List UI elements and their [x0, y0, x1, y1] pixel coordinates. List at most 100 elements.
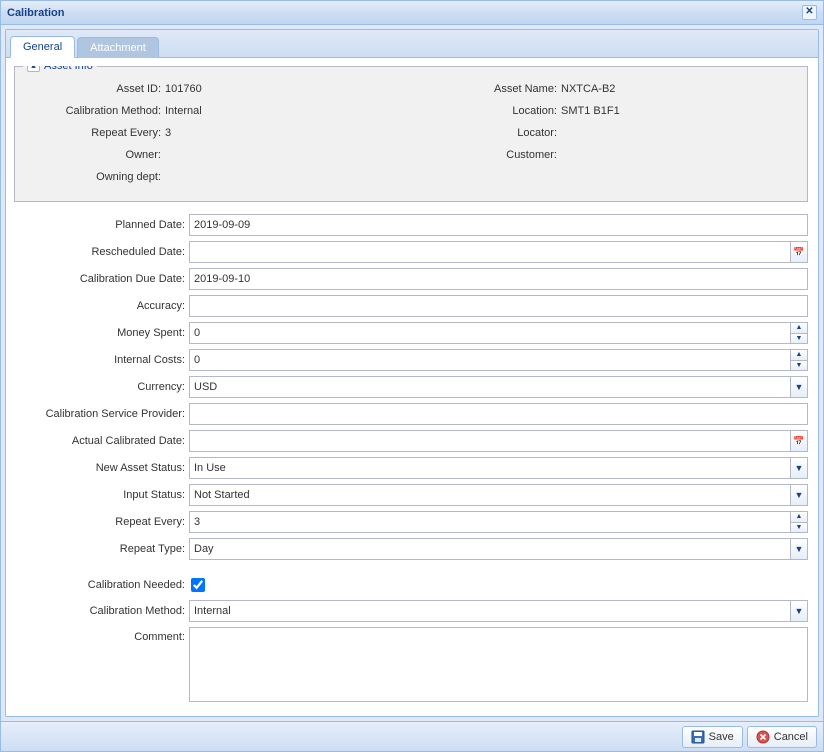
input[interactable]: [190, 215, 807, 235]
row-input-status: Input Status: ▼: [14, 484, 808, 506]
row-cal-method: Calibration Method: ▼: [14, 600, 808, 622]
textarea[interactable]: [190, 628, 807, 698]
info-row: Locator:: [421, 125, 797, 141]
save-button[interactable]: Save: [682, 726, 743, 748]
spin-down[interactable]: ▼: [791, 361, 807, 371]
tabstrip: General Attachment: [6, 30, 818, 58]
chevron-down-icon: ▼: [795, 463, 804, 473]
spin-down[interactable]: ▼: [791, 334, 807, 344]
comment-textarea[interactable]: [189, 627, 808, 702]
label: Calibration Method:: [14, 605, 189, 617]
calendar-icon: 📅: [793, 247, 804, 258]
due-date-input[interactable]: [189, 268, 808, 290]
accuracy-input[interactable]: [189, 295, 808, 317]
info-row: Asset ID: 101760: [25, 81, 401, 97]
money-spent-input[interactable]: ▲ ▼: [189, 322, 808, 344]
label: Owner:: [25, 147, 165, 163]
input[interactable]: [190, 512, 790, 532]
input[interactable]: [190, 323, 790, 343]
asset-info-left: Asset ID: 101760 Calibration Method: Int…: [25, 81, 401, 191]
close-button[interactable]: ✕: [802, 5, 817, 20]
form-scroll[interactable]: ▴ Asset Info Asset ID: 101760: [14, 66, 814, 708]
label: Rescheduled Date:: [14, 246, 189, 258]
button-label: Cancel: [774, 731, 808, 743]
input[interactable]: [190, 404, 807, 424]
label: Calibration Service Provider:: [14, 408, 189, 420]
window-title: Calibration: [7, 7, 802, 19]
tabpanel: General Attachment ▴ Asset Info: [5, 29, 819, 717]
calendar-icon: 📅: [793, 436, 804, 447]
spinner-buttons: ▲ ▼: [790, 350, 807, 370]
info-row: Repeat Every: 3: [25, 125, 401, 141]
label: Locator:: [421, 125, 561, 141]
label: Comment:: [14, 627, 189, 643]
row-currency: Currency: ▼: [14, 376, 808, 398]
chevron-down-icon: ▼: [796, 524, 803, 531]
fieldset-legend: ▴ Asset Info: [23, 66, 97, 72]
chevron-up-icon: ▲: [796, 513, 803, 520]
combo-trigger[interactable]: ▼: [790, 377, 807, 397]
date-picker-trigger[interactable]: 📅: [790, 242, 807, 262]
value: 101760: [165, 81, 401, 97]
combo-trigger[interactable]: ▼: [790, 539, 807, 559]
input[interactable]: [190, 350, 790, 370]
planned-date-input[interactable]: [189, 214, 808, 236]
input[interactable]: [190, 296, 807, 316]
row-planned-date: Planned Date:: [14, 214, 808, 236]
currency-combo[interactable]: ▼: [189, 376, 808, 398]
repeat-every-input[interactable]: ▲ ▼: [189, 511, 808, 533]
rescheduled-date-input[interactable]: 📅: [189, 241, 808, 263]
actual-date-input[interactable]: 📅: [189, 430, 808, 452]
calibration-method-combo[interactable]: ▼: [189, 600, 808, 622]
input[interactable]: [190, 601, 790, 621]
chevron-up-icon: ▲: [796, 324, 803, 331]
internal-costs-input[interactable]: ▲ ▼: [189, 349, 808, 371]
input[interactable]: [190, 431, 790, 451]
calibration-needed-checkbox[interactable]: [191, 578, 205, 592]
spin-down[interactable]: ▼: [791, 523, 807, 533]
label: Actual Calibrated Date:: [14, 435, 189, 447]
input[interactable]: [190, 485, 790, 505]
new-status-combo[interactable]: ▼: [189, 457, 808, 479]
spacer: [14, 565, 808, 575]
collapse-toggle[interactable]: ▴: [27, 66, 40, 72]
calibration-window: Calibration ✕ General Attachment: [0, 0, 824, 752]
info-row: Customer:: [421, 147, 797, 163]
label: Owning dept:: [25, 169, 165, 185]
label: Planned Date:: [14, 219, 189, 231]
input-status-combo[interactable]: ▼: [189, 484, 808, 506]
spin-up[interactable]: ▲: [791, 512, 807, 523]
input[interactable]: [190, 458, 790, 478]
input[interactable]: [190, 242, 790, 262]
row-new-status: New Asset Status: ▼: [14, 457, 808, 479]
info-row: Calibration Method: Internal: [25, 103, 401, 119]
provider-input[interactable]: [189, 403, 808, 425]
label: Calibration Method:: [25, 103, 165, 119]
input[interactable]: [190, 269, 807, 289]
asset-info-right: Asset Name: NXTCA-B2 Location: SMT1 B1F1…: [421, 81, 797, 191]
row-internal-costs: Internal Costs: ▲ ▼: [14, 349, 808, 371]
tab-general[interactable]: General: [10, 36, 75, 58]
label: Internal Costs:: [14, 354, 189, 366]
tab-label: Attachment: [90, 42, 146, 54]
input[interactable]: [190, 377, 790, 397]
label: Accuracy:: [14, 300, 189, 312]
tab-attachment[interactable]: Attachment: [77, 37, 159, 58]
button-label: Save: [709, 731, 734, 743]
date-picker-trigger[interactable]: 📅: [790, 431, 807, 451]
cancel-button[interactable]: Cancel: [747, 726, 817, 748]
titlebar: Calibration ✕: [1, 1, 823, 25]
repeat-type-combo[interactable]: ▼: [189, 538, 808, 560]
combo-trigger[interactable]: ▼: [790, 485, 807, 505]
combo-trigger[interactable]: ▼: [790, 458, 807, 478]
info-row: Owner:: [25, 147, 401, 163]
spin-up[interactable]: ▲: [791, 350, 807, 361]
label: Calibration Needed:: [14, 579, 189, 591]
chevron-down-icon: ▼: [795, 382, 804, 392]
spin-up[interactable]: ▲: [791, 323, 807, 334]
chevron-down-icon: ▼: [796, 335, 803, 342]
label: Money Spent:: [14, 327, 189, 339]
close-icon: ✕: [805, 6, 813, 17]
input[interactable]: [190, 539, 790, 559]
combo-trigger[interactable]: ▼: [790, 601, 807, 621]
